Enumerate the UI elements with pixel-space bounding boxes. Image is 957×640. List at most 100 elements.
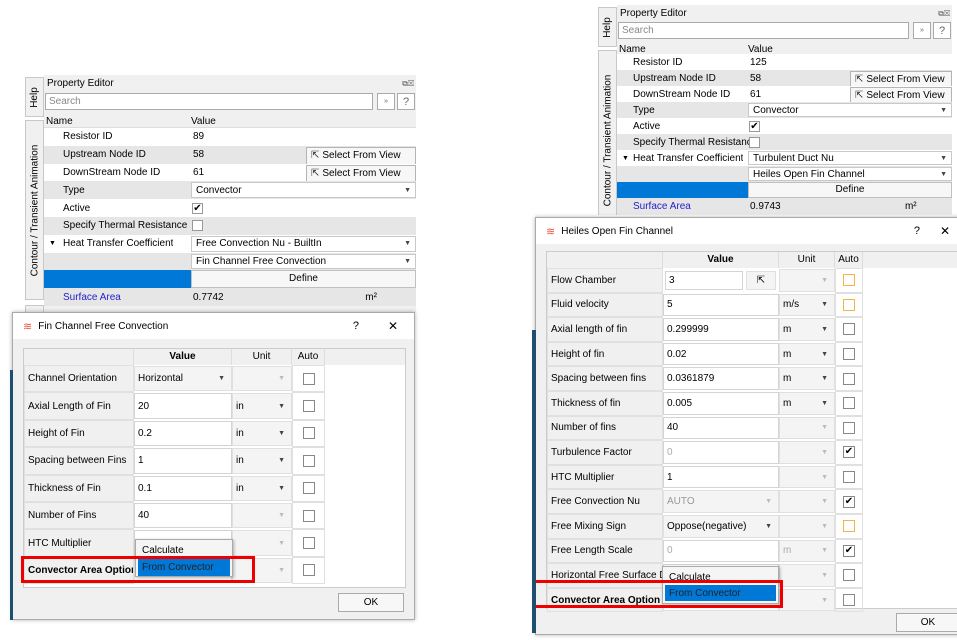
unit-dropdown[interactable]: m ▼ — [779, 342, 835, 366]
search-input[interactable]: Search — [618, 22, 909, 39]
auto-checkbox[interactable] — [843, 323, 855, 336]
select-from-view-button[interactable]: ⇱ Select From View — [306, 146, 416, 165]
dropdown-option[interactable]: From Convector — [665, 585, 776, 601]
auto-cell — [292, 529, 325, 557]
unit-value: m — [783, 348, 792, 360]
property-dropdown[interactable]: Convector ▼ — [191, 182, 416, 199]
help-button[interactable]: ? — [933, 22, 951, 39]
define-button[interactable]: Define — [191, 270, 416, 289]
dropdown-option[interactable]: Calculate — [138, 542, 230, 559]
pick-from-view-button[interactable]: ⇱ — [746, 271, 776, 290]
help-button[interactable]: ? — [397, 93, 415, 110]
param-value-input[interactable]: 40 — [663, 416, 779, 440]
property-checkbox[interactable]: ✔ — [749, 120, 760, 132]
float-close-icons[interactable]: ⧉☒ — [938, 9, 950, 19]
param-value-input[interactable]: 40 — [134, 503, 232, 529]
property-dropdown[interactable]: Convector ▼ — [748, 103, 952, 117]
param-value-dropdown[interactable]: Horizontal ▼ — [134, 366, 232, 392]
side-tab-1[interactable]: Contour / Transient Animation — [25, 120, 44, 300]
dialog-title: Heiles Open Fin Channel — [561, 225, 673, 237]
search-options-button[interactable]: » — [913, 22, 931, 39]
unit-dropdown: ▼ — [232, 503, 292, 529]
unit-dropdown[interactable]: m ▼ — [779, 367, 835, 390]
auto-checkbox[interactable] — [843, 274, 855, 287]
unit-value: in — [236, 400, 244, 412]
param-value-dropdown[interactable]: Oppose(negative) ▼ — [663, 515, 779, 538]
select-from-view-button[interactable]: ⇱ Select From View — [850, 71, 952, 87]
side-tab-0[interactable]: Help — [25, 77, 44, 117]
param-value-input[interactable]: 20 — [134, 393, 232, 419]
param-value-input[interactable]: 3 — [665, 271, 743, 290]
property-name: Upstream Node ID — [63, 149, 146, 161]
auto-checkbox[interactable] — [843, 471, 855, 484]
auto-checkbox[interactable] — [843, 421, 855, 434]
param-value-input[interactable]: 1 — [134, 448, 232, 474]
auto-checkbox[interactable] — [302, 427, 315, 440]
dropdown-value: Horizontal — [138, 373, 184, 385]
param-value-input[interactable]: 0.005 — [663, 392, 779, 415]
expander-icon[interactable]: ▼ — [622, 155, 629, 162]
dropdown-option[interactable]: From Convector — [138, 559, 230, 576]
unit-dropdown[interactable]: in ▼ — [232, 420, 292, 447]
auto-checkbox[interactable] — [302, 564, 315, 577]
auto-checkbox[interactable] — [302, 372, 315, 385]
close-icon[interactable]: ✕ — [940, 224, 950, 238]
auto-checkbox[interactable] — [302, 482, 315, 495]
param-value-input[interactable]: 5 — [663, 293, 779, 317]
auto-checkbox[interactable]: ✔ — [843, 544, 855, 557]
param-value-input[interactable]: 0.0361879 — [663, 367, 779, 390]
expander-icon[interactable]: ▼ — [49, 240, 56, 247]
dropdown-option[interactable]: Calculate — [665, 569, 776, 585]
ok-button[interactable]: OK — [338, 593, 404, 612]
auto-cell — [292, 502, 325, 530]
chevron-down-icon: ▼ — [821, 301, 828, 309]
auto-checkbox[interactable] — [843, 569, 855, 582]
property-checkbox[interactable] — [192, 220, 203, 232]
param-value-input[interactable]: 0.02 — [663, 342, 779, 366]
auto-checkbox[interactable] — [843, 298, 855, 311]
unit-dropdown[interactable]: in ▼ — [232, 448, 292, 474]
param-value-input[interactable]: 1 — [663, 465, 779, 489]
auto-checkbox[interactable] — [302, 454, 315, 467]
ok-button[interactable]: OK — [896, 613, 957, 632]
auto-checkbox[interactable]: ✔ — [843, 446, 855, 459]
auto-checkbox[interactable] — [843, 520, 855, 533]
close-icon[interactable]: ✕ — [388, 319, 398, 333]
property-row: Upstream Node ID 58 ⇱ Select From View — [44, 145, 416, 165]
auto-checkbox[interactable] — [302, 537, 315, 550]
auto-checkbox[interactable]: ✔ — [843, 495, 855, 508]
unit-label: m² — [365, 291, 377, 303]
float-close-icons[interactable]: ⧉☒ — [402, 79, 414, 89]
property-dropdown[interactable]: Fin Channel Free Convection ▼ — [191, 253, 416, 270]
unit-dropdown[interactable]: m ▼ — [779, 318, 835, 341]
help-button[interactable]: ? — [914, 225, 920, 237]
unit-dropdown[interactable]: in ▼ — [232, 393, 292, 419]
auto-cell — [835, 292, 863, 318]
param-value-input[interactable]: 0.2 — [134, 420, 232, 447]
select-from-view-button[interactable]: ⇱ Select From View — [850, 87, 952, 103]
auto-checkbox[interactable] — [302, 400, 315, 413]
unit-dropdown[interactable]: m ▼ — [779, 392, 835, 415]
auto-checkbox[interactable] — [843, 397, 855, 410]
auto-checkbox[interactable] — [843, 348, 855, 361]
side-tab-0[interactable]: Help — [598, 7, 617, 47]
select-from-view-button[interactable]: ⇱ Select From View — [306, 164, 416, 183]
param-value-input[interactable]: 0.299999 — [663, 318, 779, 341]
search-options-button[interactable]: » — [377, 93, 395, 110]
help-button[interactable]: ? — [353, 320, 359, 332]
define-button[interactable]: Define — [748, 182, 952, 198]
unit-dropdown[interactable]: in ▼ — [232, 475, 292, 501]
property-checkbox[interactable] — [749, 136, 760, 148]
property-dropdown[interactable]: Free Convection Nu - BuiltIn ▼ — [191, 235, 416, 252]
property-checkbox[interactable]: ✔ — [192, 202, 203, 214]
side-tab-1[interactable]: Contour / Transient Animation — [598, 50, 617, 215]
property-dropdown[interactable]: Turbulent Duct Nu ▼ — [748, 151, 952, 165]
property-dropdown[interactable]: Heiles Open Fin Channel ▼ — [748, 167, 952, 181]
auto-checkbox[interactable] — [843, 372, 855, 385]
auto-checkbox[interactable] — [843, 594, 855, 607]
unit-dropdown[interactable]: m/s ▼ — [779, 293, 835, 317]
param-value-input[interactable]: 0.1 — [134, 475, 232, 501]
chevron-down-icon: ▼ — [821, 547, 828, 555]
search-input[interactable]: Search — [45, 93, 373, 110]
auto-checkbox[interactable] — [302, 509, 315, 522]
